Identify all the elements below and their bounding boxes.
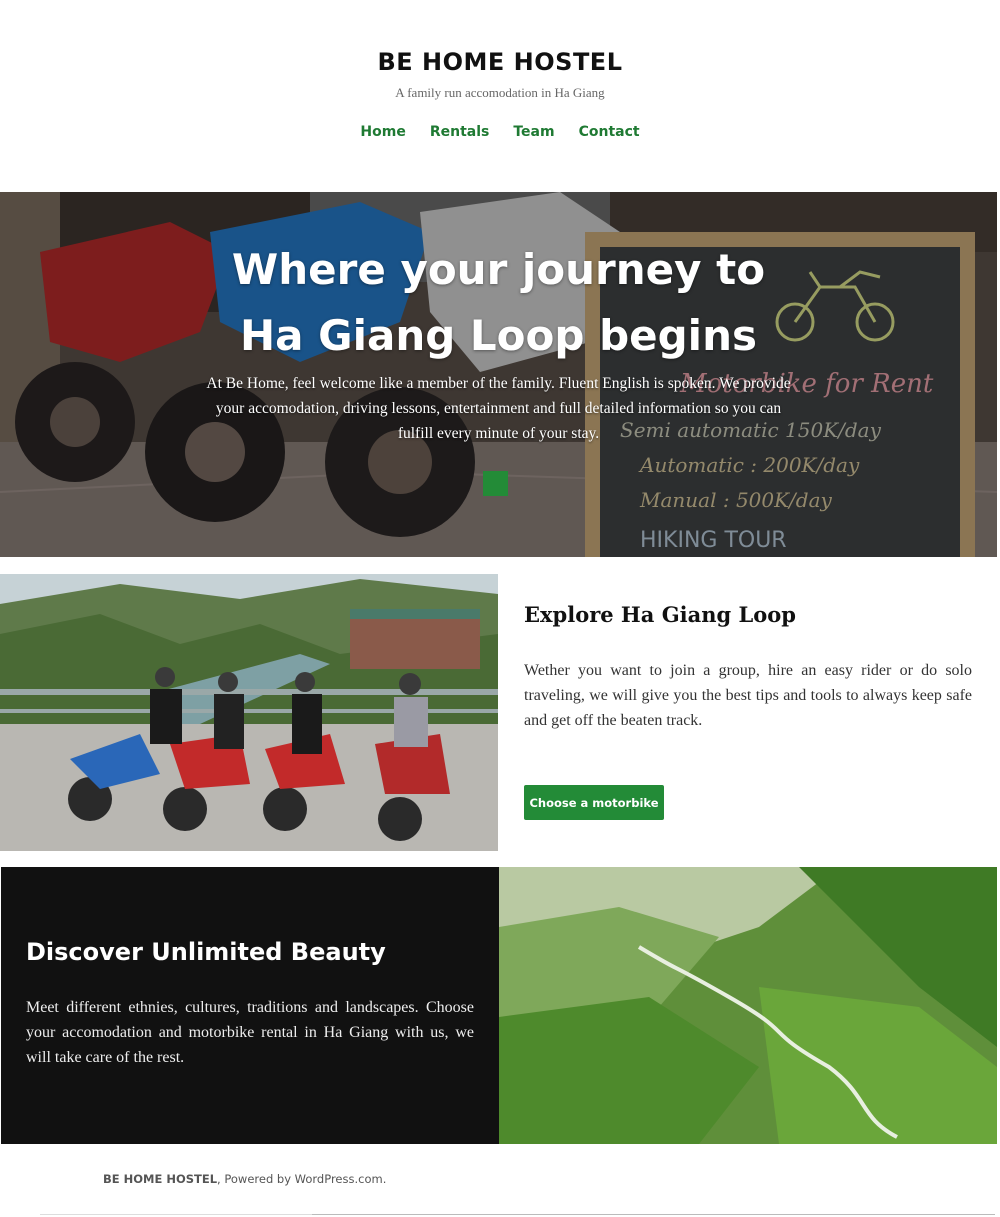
choose-motorbike-button[interactable]: Choose a motorbike (524, 785, 664, 820)
explore-title: Explore Ha Giang Loop (524, 602, 796, 627)
hero-button[interactable] (483, 471, 508, 496)
site-title[interactable]: BE HOME HOSTEL (0, 48, 1000, 76)
hero-heading-line2: Ha Giang Loop begins (240, 311, 757, 360)
footer: BE HOME HOSTEL, Powered by WordPress.com… (103, 1172, 386, 1186)
mountain-road-photo (499, 867, 997, 1144)
hero-heading: Where your journey to Ha Giang Loop begi… (0, 237, 997, 369)
discover-text: Meet different ethnies, cultures, tradit… (26, 999, 474, 1066)
site-tagline: A family run accomodation in Ha Giang (395, 85, 605, 100)
nav-item-team[interactable]: Team (513, 124, 554, 140)
footer-divider-accent (312, 1214, 995, 1215)
site-header: BE HOME HOSTEL A family run accomodation… (0, 0, 1000, 192)
nav-item-rentals[interactable]: Rentals (430, 124, 490, 140)
hero-text: At Be Home, feel welcome like a member o… (206, 375, 791, 442)
riders-group-photo (0, 574, 498, 851)
hero-section: Motorbike for Rent Semi automatic 150K/d… (0, 192, 997, 557)
nav-item-home[interactable]: Home (360, 124, 405, 140)
discover-panel: Discover Unlimited Beauty Meet different… (1, 867, 499, 1144)
discover-title: Discover Unlimited Beauty (26, 938, 386, 966)
explore-text: Wether you want to join a group, hire an… (524, 662, 972, 729)
footer-brand-link[interactable]: BE HOME HOSTEL (103, 1172, 217, 1186)
powered-by-link[interactable]: Powered by WordPress.com. (224, 1172, 386, 1186)
hero-heading-line1: Where your journey to (231, 245, 766, 294)
main-nav: Home Rentals Team Contact (0, 124, 1000, 140)
nav-item-contact[interactable]: Contact (579, 124, 640, 140)
